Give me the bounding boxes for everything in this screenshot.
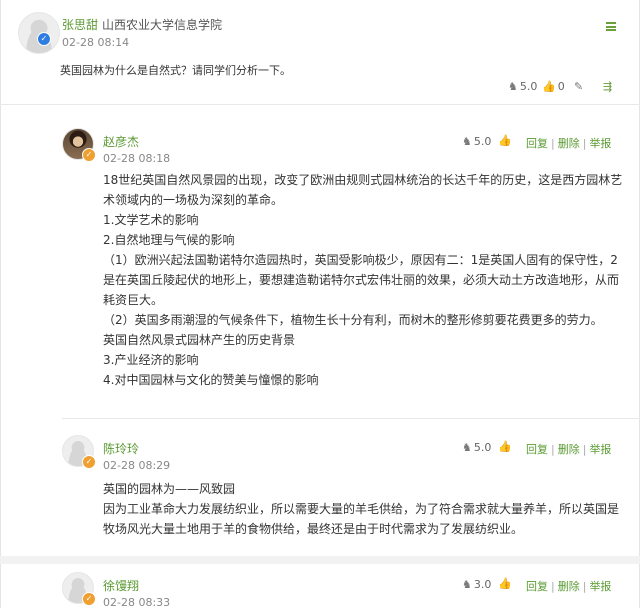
reply-actions: 回复 | 删除 | 举报 — [526, 441, 611, 457]
thumbs-up-icon: 👍 — [498, 577, 512, 590]
reply-button[interactable]: 回复 — [526, 580, 548, 593]
reply-content: 18世纪英国自然风景园的出现，改变了欧洲由规则式园林统治的长达千年的历史，这是西… — [103, 170, 623, 390]
reply-actions: 回复 | 删除 | 举报 — [526, 135, 611, 151]
trophy-icon: ♞ — [462, 441, 472, 454]
reply-author-name[interactable]: 陈玲玲 — [103, 440, 139, 457]
reply-button[interactable]: 回复 — [526, 137, 548, 150]
reply-author-name[interactable]: 徐馒翔 — [103, 577, 139, 594]
verified-badge-icon: ✓ — [37, 32, 51, 46]
delete-button[interactable]: 删除 — [558, 137, 580, 150]
reply-line: 英国自然风景式园林产生的历史背景 — [103, 333, 296, 347]
action-separator: | — [582, 580, 587, 593]
reply-like-button[interactable]: 👍 — [498, 440, 512, 453]
post-divider — [0, 104, 640, 105]
reply-time: 02-28 08:29 — [103, 459, 171, 472]
post-share-button[interactable]: ⇶ — [603, 80, 612, 93]
report-button[interactable]: 举报 — [589, 443, 611, 456]
user-badge-icon: ✓ — [82, 592, 96, 606]
trophy-icon: ♞ — [462, 135, 472, 148]
reply-score: ♞ 3.0 — [462, 578, 491, 591]
reply-line: 因为工业革命大力发展纺织业，所以需要大量的羊毛供给，为了符合需求就大量养羊，所以… — [103, 502, 620, 516]
reply-time: 02-28 08:18 — [103, 152, 171, 165]
reply-score: ♞ 5.0 — [462, 441, 491, 454]
reply-line: 18世纪英国自然风景园的出现，改变了欧洲由规则式园林统治的长达千年的历史，这是西… — [103, 173, 623, 187]
share-icon: ⇶ — [603, 80, 613, 93]
section-divider — [0, 556, 640, 564]
reply-line: （2）英国多雨潮湿的气候条件下，植物生长十分有利，而树木的整形修剪要花费更多的劳… — [103, 313, 603, 327]
reply-score-value: 5.0 — [473, 135, 492, 148]
delete-button[interactable]: 删除 — [558, 443, 580, 456]
reply-line: 英国的园林为——风致园 — [103, 482, 236, 496]
reply-line: 2.自然地理与气候的影响 — [103, 233, 235, 247]
thumbs-up-icon: 👍 — [498, 440, 512, 453]
delete-button[interactable]: 删除 — [558, 580, 580, 593]
post-content: 英国园林为什么是自然式？请同学们分析一下。 — [60, 64, 291, 77]
reply-line: 4.对中国园林与文化的赞美与憧憬的影响 — [103, 373, 319, 387]
reply-like-button[interactable]: 👍 — [498, 577, 512, 590]
reply-line: 是在英国丘陵起伏的地形上，要想建造勒诺特尔式宏伟壮丽的效果，必须大动土方改造地形… — [103, 273, 620, 287]
reply-line: 术领域内的一场极为深刻的革命。 — [103, 193, 284, 207]
thumbs-up-icon: 👍 — [498, 134, 512, 147]
reply-line: （1）欧洲兴起法国勒诺特尔造园热时，英国受影响极少，原因有二：1是英国人固有的保… — [103, 253, 618, 267]
reply-score: ♞ 5.0 — [462, 135, 491, 148]
reply-time: 02-28 08:33 — [103, 596, 171, 609]
reply-button[interactable]: 回复 — [526, 443, 548, 456]
post-score: ♞ 5.0 — [508, 80, 537, 93]
reply-content: 英国的园林为——风致园 因为工业革命大力发展纺织业，所以需要大量的羊毛供给，为了… — [103, 479, 623, 539]
post-like-button[interactable]: 👍 0 — [542, 80, 565, 93]
post-author-school: 山西农业大学信息学院 — [102, 18, 223, 32]
reply-score-value: 5.0 — [473, 441, 492, 454]
post-time: 02-28 08:14 — [62, 36, 130, 49]
reply-divider — [62, 418, 640, 419]
reply-score-value: 3.0 — [473, 578, 492, 591]
reply-line: 耗资巨大。 — [103, 293, 164, 307]
action-separator: | — [582, 443, 587, 456]
trophy-icon: ♞ — [508, 80, 518, 93]
thumbs-up-icon: 👍 — [542, 80, 556, 93]
action-separator: | — [551, 580, 555, 593]
post-like-count: 0 — [557, 80, 565, 93]
report-button[interactable]: 举报 — [589, 580, 611, 593]
reply-line: 牧场风光大量土地用于羊的食物供给，最终还是由于时代需求为了发展纺织业。 — [103, 522, 524, 536]
reply-actions: 回复 | 删除 | 举报 — [526, 578, 611, 594]
menu-icon[interactable] — [606, 22, 616, 31]
action-separator: | — [582, 137, 587, 150]
user-badge-icon: ✓ — [82, 455, 96, 469]
trophy-icon: ♞ — [462, 578, 472, 591]
reply-like-button[interactable]: 👍 — [498, 134, 512, 147]
post-reply-button[interactable]: ✎ — [574, 80, 583, 93]
action-separator: | — [551, 137, 555, 150]
reply-line: 1.文学艺术的影响 — [103, 213, 199, 227]
reply-author-name[interactable]: 赵彦杰 — [103, 133, 139, 150]
report-button[interactable]: 举报 — [589, 137, 611, 150]
post-score-value: 5.0 — [519, 80, 538, 93]
user-badge-icon: ✓ — [82, 148, 96, 162]
post-author-name[interactable]: 张思甜 — [62, 16, 98, 33]
action-separator: | — [551, 443, 555, 456]
reply-icon: ✎ — [574, 80, 584, 93]
reply-line: 3.产业经济的影响 — [103, 353, 199, 367]
